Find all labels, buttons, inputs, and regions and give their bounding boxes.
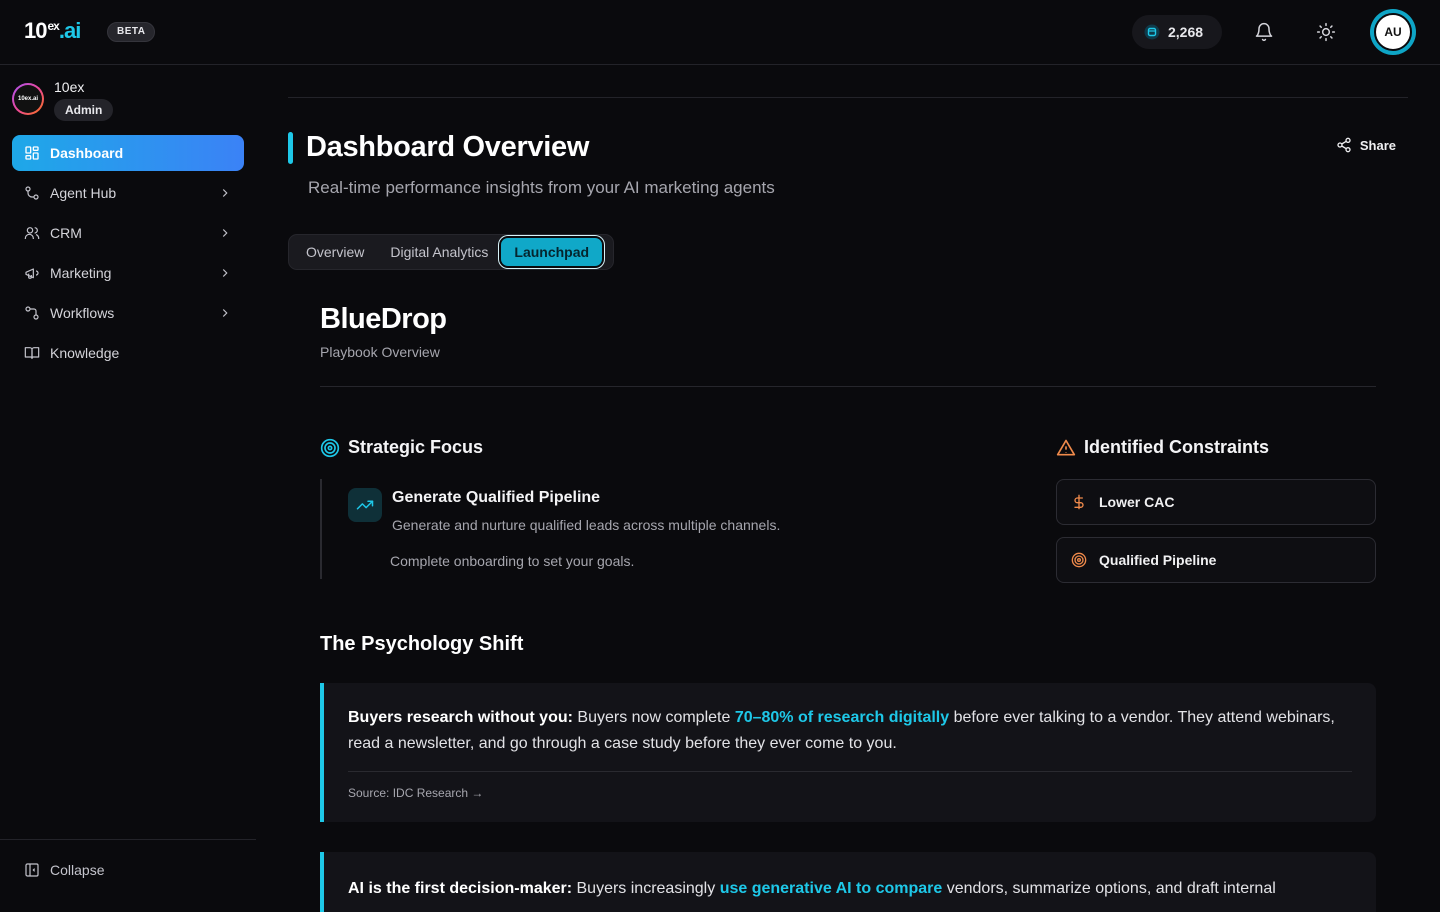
org-switcher[interactable]: 10ex.ai 10ex Admin bbox=[12, 77, 114, 121]
dashboard-icon bbox=[25, 146, 39, 160]
sidebar: 10ex.ai 10ex Admin Dashboard Agent Hub C… bbox=[0, 65, 256, 900]
credits-button[interactable]: 2,268 bbox=[1132, 15, 1222, 49]
divider bbox=[288, 97, 1408, 98]
tab-launchpad[interactable]: Launchpad bbox=[501, 238, 603, 266]
insight-text: AI is the first decision-maker: Buyers i… bbox=[348, 876, 1352, 902]
megaphone-icon bbox=[25, 268, 39, 279]
sidebar-item-label: Workflows bbox=[50, 305, 115, 321]
bell-icon[interactable] bbox=[1254, 22, 1274, 42]
psychology-heading: The Psychology Shift bbox=[320, 633, 524, 655]
logo-main: 10 bbox=[24, 18, 48, 43]
avatar-initials: AU bbox=[1374, 13, 1412, 51]
divider bbox=[320, 386, 1376, 387]
tab-bar: Overview Digital Analytics Launchpad bbox=[288, 234, 614, 270]
collapse-label: Collapse bbox=[50, 862, 105, 878]
constraint-item[interactable]: Lower CAC bbox=[1056, 479, 1376, 525]
sidebar-item-label: Marketing bbox=[50, 265, 112, 281]
insight-card: Buyers research without you: Buyers now … bbox=[320, 683, 1376, 822]
sidebar-item-label: Dashboard bbox=[50, 145, 124, 161]
users-icon bbox=[24, 227, 40, 239]
collapse-icon bbox=[25, 863, 39, 877]
role-badge: Admin bbox=[54, 99, 114, 121]
sidebar-item-workflows[interactable]: Workflows bbox=[12, 295, 244, 331]
trending-up-icon bbox=[356, 500, 374, 510]
agent-hub-icon bbox=[25, 186, 39, 200]
source-link[interactable]: Source: IDC Research → bbox=[348, 771, 1352, 800]
share-icon bbox=[1337, 137, 1351, 153]
chevron-right-icon bbox=[222, 229, 228, 237]
chevron-right-icon bbox=[222, 189, 228, 197]
sidebar-item-dashboard[interactable]: Dashboard bbox=[12, 135, 244, 171]
brand-title: BlueDrop bbox=[320, 303, 447, 335]
insight-highlight: 70–80% of research digitally bbox=[734, 709, 950, 726]
logo[interactable]: 10 ex .ai bbox=[24, 18, 81, 44]
warning-icon bbox=[1056, 439, 1076, 455]
constraints-heading: Identified Constraints bbox=[1056, 437, 1269, 458]
constraint-label: Qualified Pipeline bbox=[1099, 552, 1217, 568]
insight-highlight: use generative AI to compare bbox=[719, 880, 943, 897]
workflow-icon bbox=[25, 306, 39, 320]
tab-overview[interactable]: Overview bbox=[293, 238, 377, 266]
page-title: Dashboard Overview bbox=[306, 131, 590, 163]
org-logo-text: 10ex.ai bbox=[14, 85, 42, 113]
share-button[interactable]: Share bbox=[1336, 137, 1396, 153]
org-name: 10ex bbox=[54, 79, 85, 95]
goal-icon-box bbox=[348, 488, 382, 522]
top-bar: 10 ex .ai BETA 2,268 AU bbox=[0, 0, 1440, 65]
collapse-button[interactable]: Collapse bbox=[24, 862, 104, 878]
sun-icon[interactable] bbox=[1316, 22, 1336, 42]
book-icon bbox=[24, 347, 40, 359]
dollar-icon bbox=[1074, 494, 1084, 510]
target-icon bbox=[320, 438, 340, 457]
insight-text: Buyers research without you: Buyers now … bbox=[348, 705, 1352, 757]
logo-sup: ex bbox=[47, 19, 59, 33]
constraint-label: Lower CAC bbox=[1099, 494, 1175, 510]
insight-card: AI is the first decision-maker: Buyers i… bbox=[320, 852, 1376, 912]
title-accent-bar bbox=[288, 132, 293, 164]
goal-note: Complete onboarding to set your goals. bbox=[390, 553, 635, 569]
section-title: Strategic Focus bbox=[348, 437, 484, 457]
goal-description: Generate and nurture qualified leads acr… bbox=[392, 517, 781, 533]
sidebar-item-label: Knowledge bbox=[50, 345, 120, 361]
sidebar-item-knowledge[interactable]: Knowledge bbox=[12, 335, 244, 371]
goal-title: Generate Qualified Pipeline bbox=[392, 489, 601, 506]
brand-subtitle: Playbook Overview bbox=[320, 344, 440, 360]
chevron-right-icon bbox=[222, 269, 228, 277]
insight-lead: AI is the first decision-maker: bbox=[348, 880, 573, 897]
credits-icon bbox=[1144, 24, 1160, 40]
sidebar-footer: Collapse bbox=[0, 839, 256, 900]
constraint-item[interactable]: Qualified Pipeline bbox=[1056, 537, 1376, 583]
insight-lead: Buyers research without you: bbox=[348, 709, 573, 726]
sidebar-item-marketing[interactable]: Marketing bbox=[12, 255, 244, 291]
avatar[interactable]: AU bbox=[1370, 9, 1416, 55]
chevron-right-icon bbox=[222, 309, 228, 317]
page-subtitle: Real-time performance insights from your… bbox=[308, 178, 775, 197]
insight-pre: Buyers increasingly bbox=[572, 880, 720, 897]
logo-suffix: .ai bbox=[58, 18, 81, 43]
sidebar-item-label: Agent Hub bbox=[50, 185, 117, 201]
sidebar-nav: Dashboard Agent Hub CRM Marketing Workfl… bbox=[12, 135, 244, 375]
strategic-focus-heading: Strategic Focus bbox=[320, 437, 483, 458]
sidebar-item-crm[interactable]: CRM bbox=[12, 215, 244, 251]
share-label: Share bbox=[1359, 137, 1396, 153]
org-logo: 10ex.ai bbox=[12, 83, 44, 115]
insight-pre: Buyers now complete bbox=[572, 709, 735, 726]
tab-digital-analytics[interactable]: Digital Analytics bbox=[377, 238, 501, 266]
sidebar-item-label: CRM bbox=[50, 225, 82, 241]
section-title: Identified Constraints bbox=[1084, 437, 1270, 457]
beta-badge: BETA bbox=[107, 22, 156, 42]
credits-value: 2,268 bbox=[1168, 24, 1204, 40]
sidebar-item-agent-hub[interactable]: Agent Hub bbox=[12, 175, 244, 211]
goal-card: Generate Qualified Pipeline Generate and… bbox=[320, 479, 920, 579]
main-content: Dashboard Overview Real-time performance… bbox=[288, 65, 1408, 912]
target-icon bbox=[1071, 552, 1087, 568]
insight-post: vendors, summarize options, and draft in… bbox=[942, 880, 1276, 897]
